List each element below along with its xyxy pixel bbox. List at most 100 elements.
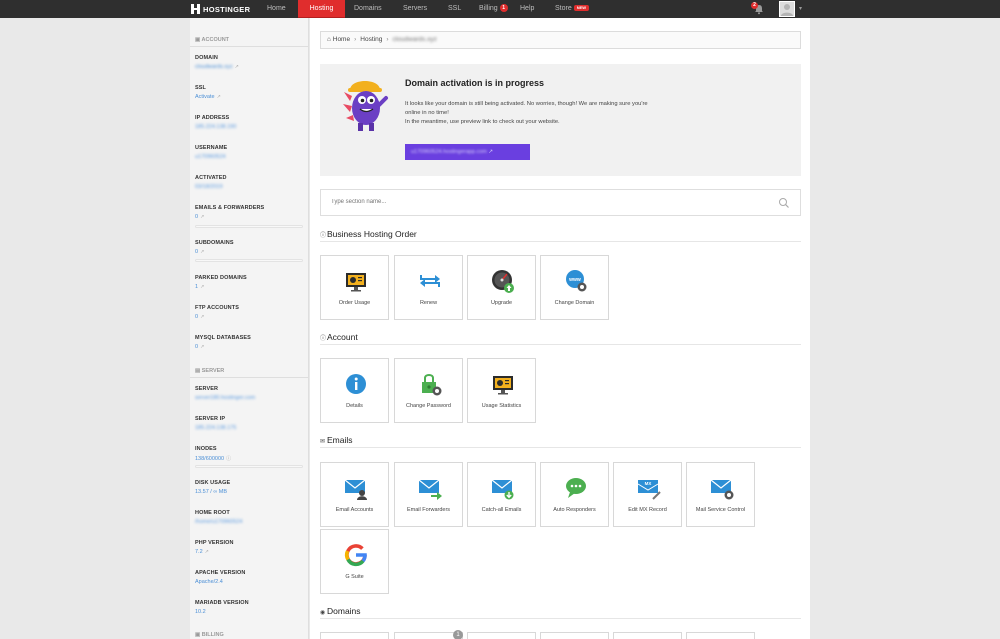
subdomains-usage-bar: [195, 259, 303, 262]
email-accounts-icon: [344, 479, 367, 500]
external-link-icon[interactable]: ↗: [200, 344, 204, 350]
tile-domains-4[interactable]: [540, 632, 609, 639]
emails-count-link[interactable]: 0: [195, 214, 198, 220]
breadcrumb-hosting[interactable]: Hosting: [360, 36, 382, 43]
sidebar-field-activated: ACTIVATED 03/18/2019: [195, 175, 305, 190]
renew-icon: [420, 275, 440, 287]
change-domain-icon: www: [566, 270, 587, 292]
new-badge: NEW: [573, 5, 590, 11]
help-icon[interactable]: ⓘ: [226, 456, 231, 462]
sidebar-field-mysql: MYSQL DATABASES 0 ↗: [195, 335, 251, 350]
top-navbar: HOSTINGER Home Hosting Domains Servers S…: [0, 0, 1000, 18]
nav-domains[interactable]: Domains: [354, 0, 382, 18]
section-business-hosting-order: ⓘBusiness Hosting Order: [320, 229, 801, 242]
server-value: server180.hostinger.com: [195, 395, 256, 401]
tile-order-usage[interactable]: Order Usage: [320, 255, 389, 320]
subdomains-count-link[interactable]: 0: [195, 249, 198, 255]
inodes-usage-bar: [195, 465, 303, 468]
breadcrumb: ⌂ Home › Hosting › cloudwards.xyz: [320, 31, 801, 49]
sidebar-field-server-ip: SERVER IP 185.224.138.175: [195, 416, 305, 431]
notification-badge: 2: [751, 2, 758, 9]
tile-auto-responders[interactable]: Auto Responders: [540, 462, 609, 527]
sidebar-field-server: SERVER server180.hostinger.com: [195, 386, 305, 401]
tile-details[interactable]: Details: [320, 358, 389, 423]
preview-link-button[interactable]: u170960524.hostingerapp.com ↗: [405, 144, 530, 160]
nav-billing-label: Billing: [479, 5, 498, 12]
domain-link[interactable]: cloudwards.xyz: [195, 64, 233, 70]
external-link-icon[interactable]: ↗: [200, 314, 204, 320]
server-ip-value: 185.224.138.175: [195, 425, 237, 431]
tile-domains-5[interactable]: [613, 632, 682, 639]
tile-change-domain[interactable]: www Change Domain: [540, 255, 609, 320]
sidebar-field-ip: IP ADDRESS 185.224.138.190: [195, 115, 305, 130]
home-icon[interactable]: ⌂: [327, 36, 331, 43]
nav-store-label: Store: [555, 5, 572, 12]
avatar[interactable]: [779, 1, 795, 17]
external-link-icon[interactable]: ↗: [217, 94, 221, 100]
nav-hosting[interactable]: Hosting: [298, 0, 345, 18]
sidebar-section-account: ▣ ACCOUNT: [190, 33, 309, 47]
brand-name: HOSTINGER: [203, 4, 251, 14]
mysql-count-link[interactable]: 0: [195, 344, 198, 350]
tile-change-password[interactable]: Change Password: [394, 358, 463, 423]
server-icon: ▤: [195, 368, 202, 374]
sidebar-field-home-root: HOME ROOT /home/u170960524: [195, 510, 305, 525]
sidebar-field-domain: DOMAIN cloudwards.xyz ↗: [195, 55, 239, 70]
tile-domains-6[interactable]: [686, 632, 755, 639]
sidebar-field-ssl: SSL Activate ↗: [195, 85, 221, 100]
details-icon: [346, 374, 366, 394]
sidebar-field-username: USERNAME u170960524: [195, 145, 305, 160]
sidebar-field-php: PHP VERSION 7.2 ↗: [195, 540, 234, 555]
username-value: u170960524: [195, 154, 226, 160]
mx-record-icon: MX: [637, 480, 661, 500]
email-forwarders-icon: [418, 479, 442, 500]
nav-billing[interactable]: Billing 1: [479, 0, 508, 18]
search-input[interactable]: [331, 199, 751, 205]
nav-servers[interactable]: Servers: [403, 0, 427, 18]
section-emails: ✉ Emails: [320, 435, 801, 448]
nav-ssl[interactable]: SSL: [448, 0, 461, 18]
sidebar-field-inodes: INODES 138/600000 ⓘ: [195, 446, 232, 462]
section-domains: ◉ Domains: [320, 606, 801, 619]
chevron-down-icon[interactable]: ▾: [799, 5, 802, 12]
breadcrumb-home[interactable]: Home: [333, 36, 350, 43]
order-usage-icon: [346, 273, 366, 292]
search-icon[interactable]: [778, 197, 790, 209]
external-link-icon[interactable]: ↗: [200, 214, 204, 220]
parked-count-link[interactable]: 1: [195, 284, 198, 290]
monster-mascot-icon: [343, 81, 388, 131]
sidebar-field-disk: DISK USAGE 13.57 / ∞ MB: [195, 480, 305, 495]
nav-home[interactable]: Home: [267, 0, 286, 18]
nav-store[interactable]: Store NEW: [555, 0, 590, 18]
sidebar-field-subdomains: SUBDOMAINS 0 ↗: [195, 240, 234, 255]
g-suite-icon: [344, 544, 367, 567]
php-version-link[interactable]: 7.2: [195, 549, 203, 555]
ssl-activate-link[interactable]: Activate: [195, 94, 215, 100]
tile-mail-service-control[interactable]: Mail Service Control: [686, 462, 755, 527]
external-link-icon[interactable]: ↗: [200, 249, 204, 255]
tile-edit-mx-record[interactable]: MX Edit MX Record: [613, 462, 682, 527]
tile-usage-statistics[interactable]: Usage Statistics: [467, 358, 536, 423]
sidebar-field-apache: APACHE VERSION Apache/2.4: [195, 570, 305, 585]
tile-domains-3[interactable]: [467, 632, 536, 639]
hostinger-logo[interactable]: HOSTINGER: [191, 3, 250, 15]
auto-responders-icon: [566, 478, 586, 498]
external-link-icon[interactable]: ↗: [235, 64, 239, 70]
tile-email-forwarders[interactable]: Email Forwarders: [394, 462, 463, 527]
nav-help[interactable]: Help: [520, 0, 534, 18]
tile-renew[interactable]: Renew: [394, 255, 463, 320]
mariadb-version-value: 10.2: [195, 609, 206, 615]
tile-catch-all-emails[interactable]: Catch-all Emails: [467, 462, 536, 527]
external-link-icon[interactable]: ↗: [205, 549, 209, 555]
tile-upgrade[interactable]: Upgrade: [467, 255, 536, 320]
sidebar-field-parked: PARKED DOMAINS 1 ↗: [195, 275, 247, 290]
ftp-count-link[interactable]: 0: [195, 314, 198, 320]
tile-domains-1[interactable]: [320, 632, 389, 639]
change-password-icon: [422, 374, 442, 396]
svg-text:MX: MX: [645, 481, 652, 486]
info-icon: ⓘ: [320, 233, 327, 239]
tile-email-accounts[interactable]: Email Accounts: [320, 462, 389, 527]
sidebar-section-server: ▤ SERVER: [190, 364, 309, 378]
external-link-icon[interactable]: ↗: [200, 284, 204, 290]
tile-g-suite[interactable]: G Suite: [320, 529, 389, 594]
